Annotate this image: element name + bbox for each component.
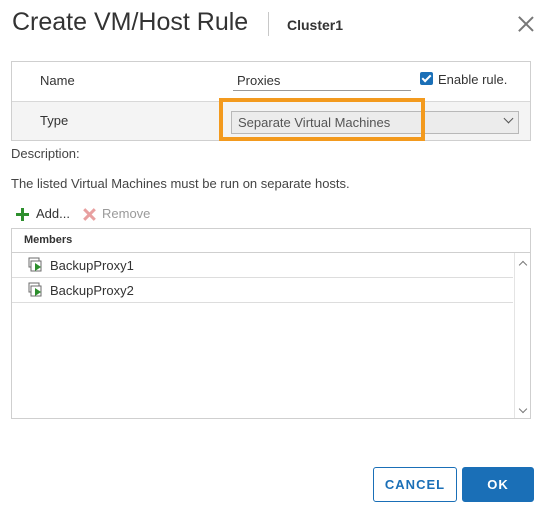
members-header[interactable]: Members	[12, 229, 530, 253]
remove-icon	[83, 208, 96, 221]
enable-rule-label[interactable]: Enable rule.	[438, 72, 507, 87]
member-name: BackupProxy1	[50, 258, 134, 273]
close-icon[interactable]	[513, 12, 539, 38]
member-row[interactable]: BackupProxy1	[12, 253, 513, 278]
vertical-scrollbar[interactable]	[514, 253, 531, 418]
dialog-subtitle: Cluster1	[287, 17, 344, 33]
type-row: Type Separate Virtual Machines	[12, 102, 530, 140]
vm-icon	[28, 257, 42, 272]
scroll-up-icon[interactable]	[518, 260, 528, 270]
description-text: The listed Virtual Machines must be run …	[11, 176, 350, 191]
name-label: Name	[40, 73, 75, 88]
rule-form: Name Enable rule. Type Separate Virtual …	[11, 61, 531, 141]
plus-icon	[16, 208, 29, 221]
cancel-button[interactable]: CANCEL	[373, 467, 457, 502]
chevron-down-icon	[503, 113, 514, 124]
ok-button[interactable]: OK	[462, 467, 534, 502]
type-select[interactable]: Separate Virtual Machines	[231, 111, 519, 134]
enable-rule-checkbox[interactable]	[420, 72, 433, 85]
description-label: Description:	[11, 146, 80, 161]
vm-icon	[28, 282, 42, 297]
type-select-value: Separate Virtual Machines	[238, 115, 391, 130]
member-name: BackupProxy2	[50, 283, 134, 298]
add-button-label: Add...	[36, 206, 70, 221]
members-grid: Members BackupProxy1 BackupProxy2	[11, 228, 531, 419]
dialog-title: Create VM/Host Rule	[12, 8, 249, 36]
members-header-label: Members	[24, 234, 73, 246]
title-divider	[268, 12, 269, 36]
member-row[interactable]: BackupProxy2	[12, 278, 513, 303]
name-row: Name Enable rule.	[12, 62, 530, 102]
remove-button-label: Remove	[102, 206, 151, 221]
scroll-down-icon[interactable]	[518, 404, 528, 414]
name-input[interactable]	[233, 70, 411, 91]
type-label: Type	[40, 113, 69, 128]
